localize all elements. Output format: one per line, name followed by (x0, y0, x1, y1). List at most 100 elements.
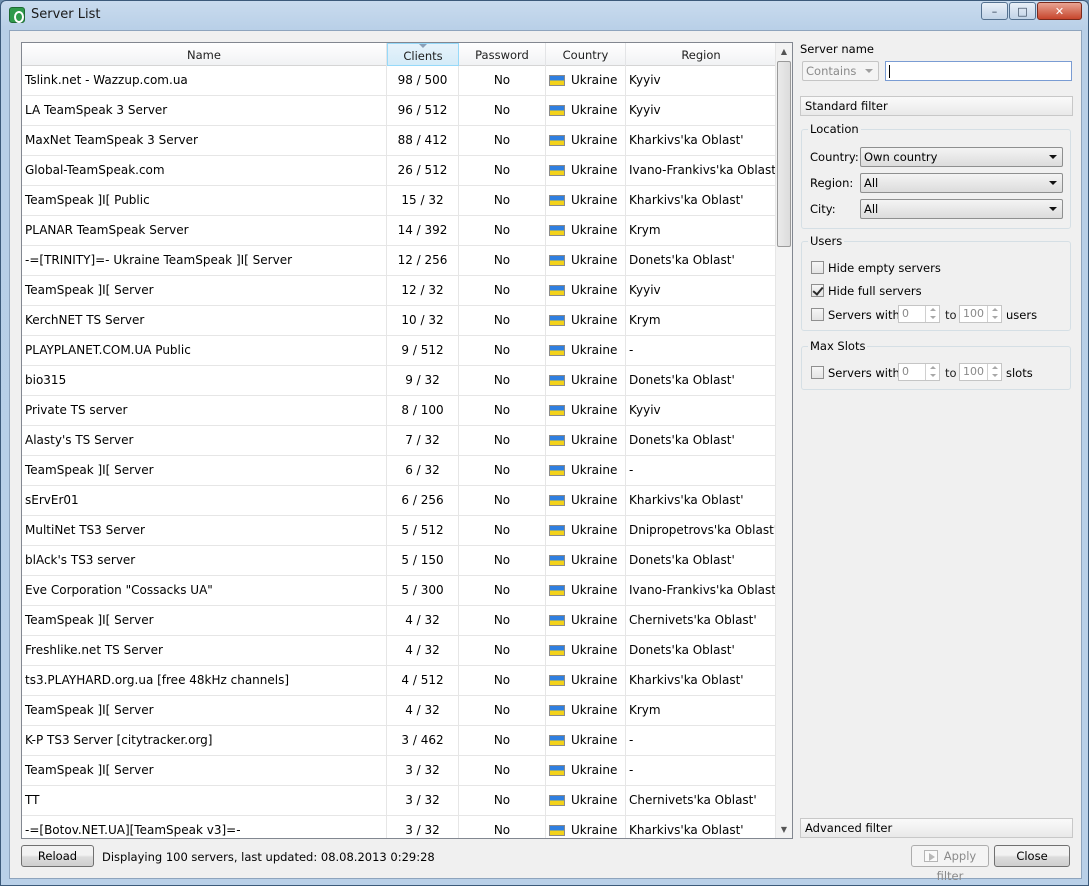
users-servers-with-checkbox[interactable] (811, 308, 824, 321)
hide-empty-servers-checkbox[interactable] (811, 261, 824, 274)
table-row[interactable]: TeamSpeak ]I[ Server 4 / 32 No Ukraine Krym (22, 696, 777, 726)
table-row[interactable]: blAck's TS3 server 5 / 150 No Ukraine Donets… (22, 546, 777, 576)
table-row[interactable]: Alasty's TS Server 7 / 32 No Ukraine Donets'… (22, 426, 777, 456)
dialog-body: Name Clients Password Country Region Tsl… (9, 30, 1082, 883)
apply-filter-button[interactable]: Apply filter (911, 845, 989, 883)
cell-country-label: Ukraine (571, 163, 618, 177)
table-row[interactable]: MaxNet TeamSpeak 3 Server 88 / 412 No Ukrai… (22, 126, 777, 156)
column-header-clients[interactable]: Clients (387, 43, 459, 66)
region-dropdown[interactable]: All (860, 173, 1063, 193)
minimize-button[interactable]: – (981, 2, 1008, 20)
spin-down-icon[interactable] (987, 314, 1001, 322)
table-row[interactable]: TT 3 / 32 No Ukraine Chernivets'ka Oblast' (22, 786, 777, 816)
column-header-password[interactable]: Password (459, 43, 546, 66)
table-row[interactable]: PLANAR TeamSpeak Server 14 / 392 No Ukraine… (22, 216, 777, 246)
slots-to-label: to (945, 366, 957, 380)
spin-up-icon[interactable] (987, 306, 1001, 314)
cell-clients: 6 / 32 (387, 456, 459, 485)
country-dropdown[interactable]: Own country (860, 147, 1063, 167)
reload-button[interactable]: Reload (21, 845, 94, 867)
slots-min-spinbox[interactable]: 0 (898, 363, 940, 381)
ukraine-flag-icon (549, 255, 565, 266)
title-bar[interactable]: Server List – □ ✕ (1, 1, 1088, 29)
ukraine-flag-icon (549, 75, 565, 86)
ukraine-flag-icon (549, 735, 565, 746)
cell-region: Kyyiv (626, 66, 777, 95)
spin-up-icon[interactable] (987, 364, 1001, 372)
scroll-up-icon[interactable]: ▲ (776, 43, 792, 60)
users-min-spinbox[interactable]: 0 (898, 305, 940, 323)
ukraine-flag-icon (549, 345, 565, 356)
column-header-name[interactable]: Name (22, 43, 387, 66)
table-row[interactable]: Tslink.net - Wazzup.com.ua 98 / 500 No Ukra… (22, 66, 777, 96)
spin-down-icon[interactable] (925, 314, 939, 322)
standard-filter-header[interactable]: Standard filter (800, 96, 1073, 116)
cell-region: Donets'ka Oblast' (626, 246, 777, 275)
table-row[interactable]: TeamSpeak ]I[ Server 4 / 32 No Ukraine Chern… (22, 606, 777, 636)
cell-region: Krym (626, 306, 777, 335)
table-row[interactable]: TeamSpeak ]I[ Public 15 / 32 No Ukraine Khar… (22, 186, 777, 216)
cell-password: No (459, 306, 546, 335)
cell-name: MultiNet TS3 Server (22, 516, 387, 545)
scroll-thumb[interactable] (777, 61, 791, 247)
column-header-region[interactable]: Region (626, 43, 777, 66)
cell-country-label: Ukraine (571, 793, 618, 807)
table-row[interactable]: Eve Corporation "Cossacks UA" 5 / 300 No Uk… (22, 576, 777, 606)
table-row[interactable]: bio315 9 / 32 No Ukraine Donets'ka Oblast' (22, 366, 777, 396)
close-button[interactable]: Close (994, 845, 1070, 867)
cell-clients: 5 / 512 (387, 516, 459, 545)
region-dropdown-value: All (864, 176, 879, 190)
table-row[interactable]: LA TeamSpeak 3 Server 96 / 512 No Ukraine Ky… (22, 96, 777, 126)
cell-country: Ukraine (546, 516, 626, 545)
table-row[interactable]: MultiNet TS3 Server 5 / 512 No Ukraine Dnipr… (22, 516, 777, 546)
table-row[interactable]: sErvEr01 6 / 256 No Ukraine Kharkivs'ka Obla… (22, 486, 777, 516)
spin-up-icon[interactable] (925, 306, 939, 314)
cell-country: Ukraine (546, 96, 626, 125)
cell-country-label: Ukraine (571, 343, 618, 357)
table-row[interactable]: TeamSpeak ]I[ Server 3 / 32 No Ukraine - (22, 756, 777, 786)
table-row[interactable]: -=[Botov.NET.UA][TeamSpeak v3]=- 3 / 32 No… (22, 816, 777, 838)
window-controls: – □ ✕ (980, 2, 1082, 20)
cell-name: bio315 (22, 366, 387, 395)
hide-full-servers-checkbox[interactable] (811, 284, 824, 297)
spin-down-icon[interactable] (987, 372, 1001, 380)
close-window-button[interactable]: ✕ (1037, 2, 1082, 20)
table-row[interactable]: K-P TS3 Server [citytracker.org] 3 / 462 N… (22, 726, 777, 756)
cell-country: Ukraine (546, 306, 626, 335)
cell-country-label: Ukraine (571, 643, 618, 657)
table-vertical-scrollbar[interactable]: ▲ ▼ (775, 43, 792, 838)
table-row[interactable]: PLAYPLANET.COM.UA Public 9 / 512 No Ukraine… (22, 336, 777, 366)
country-dropdown-value: Own country (864, 150, 938, 164)
cell-name: -=[TRINITY]=- Ukraine TeamSpeak ]I[ Serv… (22, 246, 387, 275)
table-row[interactable]: Global-TeamSpeak.com 26 / 512 No Ukraine Iva… (22, 156, 777, 186)
cell-country-label: Ukraine (571, 733, 618, 747)
cell-name: TT (22, 786, 387, 815)
users-max-spinbox[interactable]: 100 (959, 305, 1002, 323)
city-dropdown[interactable]: All (860, 199, 1063, 219)
spin-up-icon[interactable] (925, 364, 939, 372)
spin-down-icon[interactable] (925, 372, 939, 380)
table-row[interactable]: TeamSpeak ]I[ Server 12 / 32 No Ukraine Kyyi… (22, 276, 777, 306)
scroll-down-icon[interactable]: ▼ (776, 821, 792, 838)
cell-name: Tslink.net - Wazzup.com.ua (22, 66, 387, 95)
cell-region: Kharkivs'ka Oblast' (626, 486, 777, 515)
cell-password: No (459, 66, 546, 95)
table-row[interactable]: KerchNET TS Server 10 / 32 No Ukraine Krym (22, 306, 777, 336)
table-row[interactable]: ts3.PLAYHARD.org.ua [free 48kHz channels… (22, 666, 777, 696)
table-row[interactable]: Freshlike.net TS Server 4 / 32 No Ukraine Do… (22, 636, 777, 666)
users-group-title: Users (808, 234, 845, 248)
ukraine-flag-icon (549, 555, 565, 566)
table-row[interactable]: -=[TRINITY]=- Ukraine TeamSpeak ]I[ Serv… (22, 246, 777, 276)
server-name-search-input[interactable] (885, 61, 1072, 81)
cell-country: Ukraine (546, 576, 626, 605)
slots-max-spinbox[interactable]: 100 (959, 363, 1002, 381)
location-group: Location Country: Own country Region: Al… (801, 122, 1071, 229)
table-row[interactable]: Private TS server 8 / 100 No Ukraine Kyyiv (22, 396, 777, 426)
column-header-country[interactable]: Country (546, 43, 626, 66)
users-max-value: 100 (963, 307, 984, 320)
advanced-filter-header[interactable]: Advanced filter (800, 818, 1073, 838)
table-row[interactable]: TeamSpeak ]I[ Server 6 / 32 No Ukraine - (22, 456, 777, 486)
app-icon (9, 7, 25, 23)
maximize-button[interactable]: □ (1009, 2, 1036, 20)
slots-servers-with-checkbox[interactable] (811, 366, 824, 379)
